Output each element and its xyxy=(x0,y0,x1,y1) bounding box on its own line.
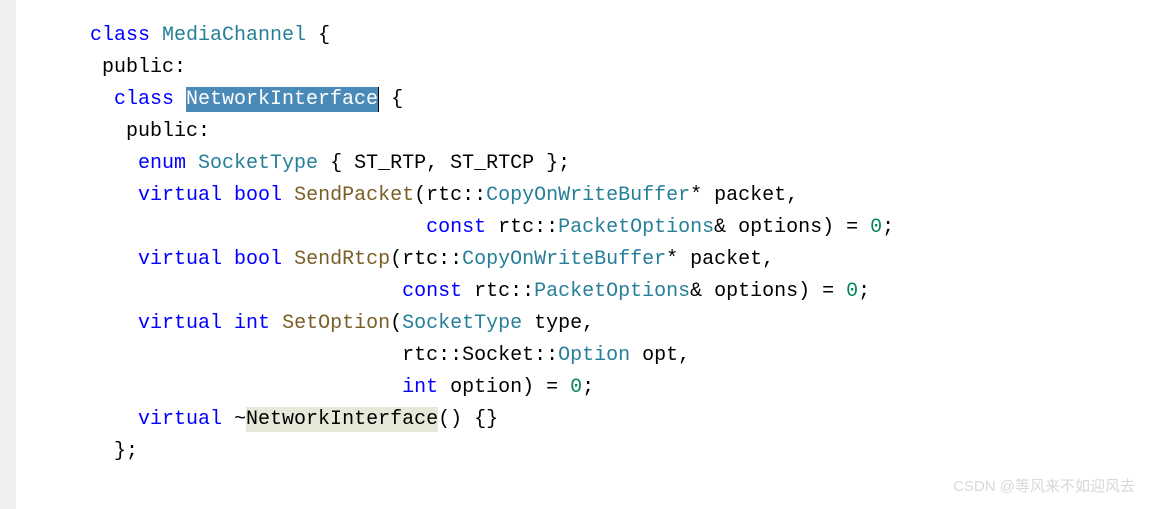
semicolon: ; xyxy=(582,376,594,399)
gutter xyxy=(0,0,16,509)
keyword-enum: enum xyxy=(90,152,186,175)
type-name: PacketOptions xyxy=(534,280,690,303)
code-line: rtc::Socket::Option opt, xyxy=(90,340,1153,372)
keyword-class: class xyxy=(90,88,174,111)
code-line: const rtc::PacketOptions& options) = 0; xyxy=(90,276,1153,308)
code-line: public: xyxy=(90,52,1153,84)
keyword-const: const xyxy=(402,280,462,303)
access-specifier: public: xyxy=(90,56,186,79)
code-line: int option) = 0; xyxy=(90,372,1153,404)
args: option) = xyxy=(438,376,570,399)
code-line: virtual ~NetworkInterface() {} xyxy=(90,404,1153,436)
keyword-virtual: virtual xyxy=(90,312,222,335)
indent xyxy=(90,280,402,303)
destructor-body: () {} xyxy=(438,408,498,431)
enum-body: { ST_RTP, ST_RTCP }; xyxy=(318,152,570,175)
keyword-int: int xyxy=(234,312,270,335)
namespace: rtc:: xyxy=(486,216,558,239)
args: & options) = xyxy=(690,280,846,303)
args: * packet, xyxy=(690,184,798,207)
type-name: CopyOnWriteBuffer xyxy=(486,184,690,207)
code-line: const rtc::PacketOptions& options) = 0; xyxy=(90,212,1153,244)
code-line: virtual bool SendPacket(rtc::CopyOnWrite… xyxy=(90,180,1153,212)
number-literal: 0 xyxy=(870,216,882,239)
closing-brace: }; xyxy=(90,440,138,463)
keyword-int: int xyxy=(402,376,438,399)
semicolon: ; xyxy=(858,280,870,303)
watermark: CSDN @等风来不如迎风去 xyxy=(953,475,1135,499)
access-specifier: public: xyxy=(90,120,210,143)
function-name: SendRtcp xyxy=(294,248,390,271)
code-line: virtual bool SendRtcp(rtc::CopyOnWriteBu… xyxy=(90,244,1153,276)
args: * packet, xyxy=(666,248,774,271)
occurrence-highlight: NetworkInterface xyxy=(246,407,438,432)
keyword-class: class xyxy=(90,24,150,47)
keyword-bool: bool xyxy=(234,248,282,271)
type-name: SocketType xyxy=(402,312,522,335)
brace: { xyxy=(306,24,330,47)
code-line: enum SocketType { ST_RTP, ST_RTCP }; xyxy=(90,148,1153,180)
code-block: class MediaChannel { public: class Netwo… xyxy=(90,20,1153,468)
indent xyxy=(90,216,426,239)
args: type, xyxy=(522,312,594,335)
type-name: MediaChannel xyxy=(162,24,306,47)
indent xyxy=(90,376,402,399)
keyword-virtual: virtual xyxy=(90,184,222,207)
brace: { xyxy=(379,88,403,111)
function-name: SetOption xyxy=(282,312,390,335)
code-line: virtual int SetOption(SocketType type, xyxy=(90,308,1153,340)
code-line: }; xyxy=(90,436,1153,468)
type-name: PacketOptions xyxy=(558,216,714,239)
function-name: SendPacket xyxy=(294,184,414,207)
args: ( xyxy=(390,312,402,335)
keyword-const: const xyxy=(426,216,486,239)
semicolon: ; xyxy=(882,216,894,239)
indent xyxy=(90,344,402,367)
selected-identifier[interactable]: NetworkInterface xyxy=(186,87,379,112)
type-name: SocketType xyxy=(198,152,318,175)
code-line: class NetworkInterface { xyxy=(90,84,1153,116)
args: (rtc:: xyxy=(414,184,486,207)
namespace: rtc:: xyxy=(462,280,534,303)
keyword-virtual: virtual xyxy=(90,408,222,431)
type-name: CopyOnWriteBuffer xyxy=(462,248,666,271)
args: & options) = xyxy=(714,216,870,239)
keyword-bool: bool xyxy=(234,184,282,207)
args: opt, xyxy=(630,344,690,367)
code-line: public: xyxy=(90,116,1153,148)
number-literal: 0 xyxy=(570,376,582,399)
tilde: ~ xyxy=(222,408,246,431)
namespace: rtc::Socket:: xyxy=(402,344,558,367)
args: (rtc:: xyxy=(390,248,462,271)
type-name: Option xyxy=(558,344,630,367)
code-line: class MediaChannel { xyxy=(90,20,1153,52)
number-literal: 0 xyxy=(846,280,858,303)
keyword-virtual: virtual xyxy=(90,248,222,271)
